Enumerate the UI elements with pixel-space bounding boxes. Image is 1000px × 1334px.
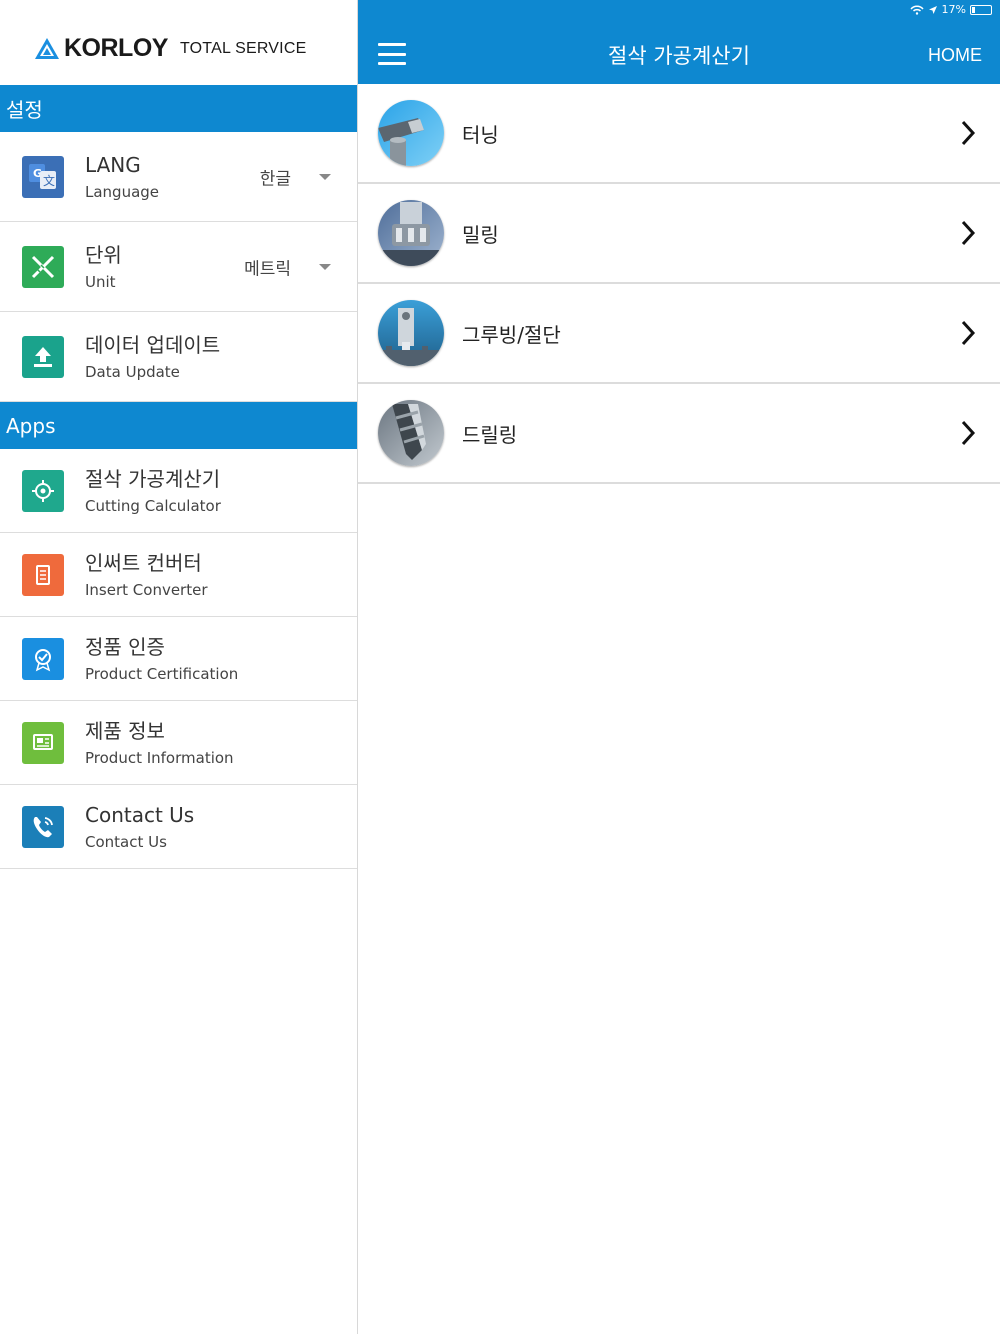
category-item-drilling[interactable]: 드릴링 (358, 384, 1000, 484)
phone-icon (22, 805, 64, 848)
contact-us-title: Contact Us (85, 802, 195, 827)
sidebar-item-contact-us[interactable]: Contact Us Contact Us (0, 785, 357, 869)
translate-icon: G 文 (22, 155, 64, 198)
cutting-calculator-subtitle: Cutting Calculator (85, 496, 221, 515)
grooving-icon (378, 300, 444, 366)
battery-icon (970, 4, 992, 15)
brand-tagline: TOTAL SERVICE (179, 39, 307, 57)
sidebar-item-product-certification[interactable]: 정품 인증 Product Certification (0, 617, 357, 701)
category-label: 터닝 (462, 122, 499, 147)
language-subtitle: Language (85, 182, 160, 201)
language-title: LANG (85, 152, 141, 177)
category-label: 드릴링 (462, 422, 518, 447)
ruler-pencil-icon (22, 245, 64, 288)
unit-subtitle: Unit (85, 272, 116, 291)
home-button[interactable]: HOME (928, 45, 982, 66)
sidebar-item-product-information[interactable]: 제품 정보 Product Information (0, 701, 357, 785)
drilling-icon (378, 400, 444, 466)
status-bar: 17% (909, 3, 992, 16)
contact-us-subtitle: Contact Us (85, 832, 167, 851)
sidebar-item-unit[interactable]: 단위 Unit 메트릭 (0, 222, 357, 312)
certification-icon (22, 637, 64, 680)
sidebar-item-cutting-calculator[interactable]: 절삭 가공계산기 Cutting Calculator (0, 449, 357, 533)
top-navigation-bar: 17% 절삭 가공계산기 HOME (358, 0, 1000, 84)
app-root: KORLOY TOTAL SERVICE 설정 G 文 LANG Languag… (0, 0, 1000, 1334)
battery-percent: 17% (941, 3, 966, 16)
data-update-title: 데이터 업데이트 (85, 332, 221, 357)
sidebar-item-insert-converter[interactable]: 인써트 컨버터 Insert Converter (0, 533, 357, 617)
cutting-calculator-title: 절삭 가공계산기 (85, 466, 221, 491)
settings-section-header: 설정 (0, 85, 357, 132)
korloy-logo-icon (35, 37, 59, 59)
insert-converter-subtitle: Insert Converter (85, 580, 208, 599)
chevron-right-icon[interactable] (960, 119, 976, 147)
product-information-title: 제품 정보 (85, 718, 165, 743)
battery-fill (972, 6, 976, 13)
sidebar-item-language[interactable]: G 文 LANG Language 한글 (0, 132, 357, 222)
page-title: 절삭 가공계산기 (608, 44, 750, 68)
apps-section-header: Apps (0, 402, 357, 449)
category-label: 그루빙/절단 (462, 322, 561, 347)
category-item-turning[interactable]: 터닝 (358, 84, 1000, 184)
turning-icon (378, 100, 444, 166)
product-information-subtitle: Product Information (85, 748, 234, 767)
category-label: 밀링 (462, 222, 499, 247)
caret-down-icon[interactable] (319, 263, 331, 270)
unit-title: 단위 (85, 242, 122, 267)
category-item-milling[interactable]: 밀링 (358, 184, 1000, 284)
converter-icon (22, 553, 64, 596)
caret-down-icon[interactable] (319, 173, 331, 180)
calculator-icon (22, 469, 64, 512)
product-certification-subtitle: Product Certification (85, 664, 239, 683)
chevron-right-icon[interactable] (960, 319, 976, 347)
unit-value[interactable]: 메트릭 (244, 254, 291, 279)
chevron-right-icon[interactable] (960, 219, 976, 247)
main-panel: 17% 절삭 가공계산기 HOME 터닝 밀링 그루빙/절단 드릴링 (358, 0, 1000, 1334)
svg-text:文: 文 (43, 173, 55, 188)
data-update-subtitle: Data Update (85, 362, 180, 381)
wifi-icon (909, 5, 924, 15)
insert-converter-title: 인써트 컨버터 (85, 550, 202, 575)
category-item-grooving[interactable]: 그루빙/절단 (358, 284, 1000, 384)
language-value[interactable]: 한글 (260, 164, 291, 189)
milling-icon (378, 200, 444, 266)
upload-icon (22, 335, 64, 378)
location-arrow-icon (928, 5, 937, 14)
brand-name: KORLOY (64, 34, 168, 62)
info-icon (22, 721, 64, 764)
product-certification-title: 정품 인증 (85, 634, 165, 659)
sidebar-item-data-update[interactable]: 데이터 업데이트 Data Update (0, 312, 357, 402)
brand-logo: KORLOY TOTAL SERVICE (0, 0, 357, 85)
sidebar: KORLOY TOTAL SERVICE 설정 G 文 LANG Languag… (0, 0, 358, 1334)
chevron-right-icon[interactable] (960, 419, 976, 447)
